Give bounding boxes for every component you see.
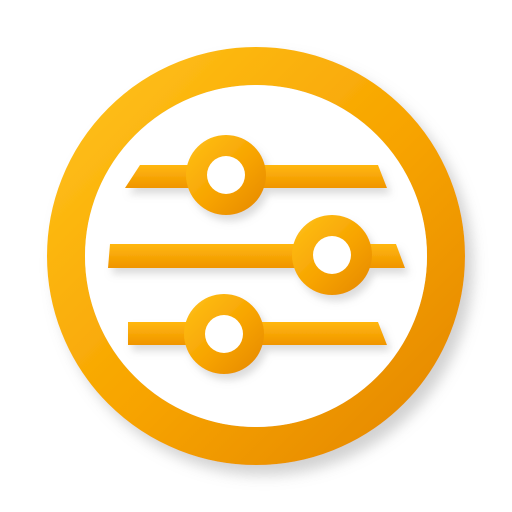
middle-slider-knob-hole <box>313 236 351 274</box>
app-icon-canvas <box>0 0 512 512</box>
top-slider-knob-hole <box>207 156 245 194</box>
settings-sliders-icon <box>47 47 465 465</box>
bottom-slider-knob-hole <box>205 315 243 353</box>
